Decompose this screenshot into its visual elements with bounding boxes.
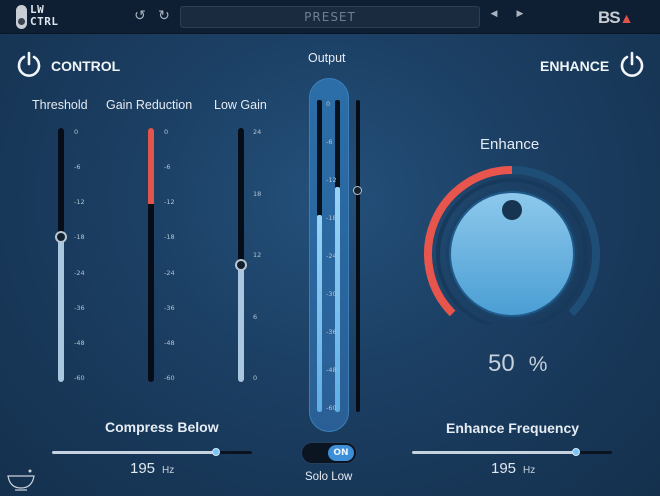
threshold-label: Threshold — [32, 98, 88, 112]
scale-tick-label: -36 — [74, 303, 85, 312]
scale-tick-label: -60 — [164, 374, 175, 382]
compress-below-number: 195 — [130, 460, 156, 477]
control-power-icon[interactable] — [14, 50, 44, 80]
scale-tick-label: -48 — [164, 338, 175, 347]
logo-toggle-icon — [16, 5, 27, 29]
low-gain-label: Low Gain — [214, 98, 267, 112]
threshold-fader[interactable] — [55, 128, 67, 382]
scale-tick-label: 12 — [253, 251, 262, 259]
compress-below-handle[interactable] — [212, 448, 220, 456]
compress-below-fill — [52, 451, 216, 454]
gain-reduction-meter — [148, 128, 154, 382]
enhance-frequency-slider[interactable] — [412, 448, 612, 456]
compress-below-slider[interactable] — [52, 448, 252, 456]
gain-reduction-level — [148, 128, 154, 205]
redo-icon[interactable]: ↻ — [156, 8, 172, 24]
scale-tick-label: -6 — [74, 163, 81, 172]
scale-tick-label: -30 — [326, 290, 337, 298]
next-preset-icon[interactable]: ▶ — [514, 9, 526, 19]
scale-tick-label: -48 — [74, 338, 85, 347]
scale-tick-label: -24 — [74, 268, 85, 277]
low-gain-fader[interactable] — [235, 128, 247, 382]
scale-tick-label: 0 — [253, 374, 258, 382]
scale-tick-label: 18 — [253, 189, 262, 198]
enhance-power-icon[interactable] — [617, 50, 647, 80]
enhance-frequency-label: Enhance Frequency — [446, 420, 580, 436]
control-title: CONTROL — [51, 58, 121, 74]
scale-tick-label: 24 — [253, 128, 262, 136]
scale-tick-label: -6 — [164, 163, 171, 172]
compress-below-value: 195 Hz — [130, 460, 174, 477]
preset-selector[interactable]: PRESET — [180, 6, 480, 28]
compress-below-unit: Hz — [162, 465, 175, 476]
scale-tick-label: -6 — [326, 138, 333, 146]
scale-tick-label: -18 — [326, 214, 337, 222]
compress-below-label: Compress Below — [105, 419, 219, 435]
enhance-frequency-unit: Hz — [523, 465, 536, 476]
scale-tick-label: 6 — [253, 312, 258, 321]
solo-low-label: Solo Low — [305, 471, 353, 483]
scale-tick-label: -24 — [326, 252, 337, 260]
scale-tick-label: -60 — [326, 404, 337, 412]
scale-tick-label: -36 — [326, 328, 337, 336]
undo-icon[interactable]: ↺ — [132, 8, 148, 24]
scale-tick-label: -12 — [326, 176, 337, 184]
scale-tick-label: 0 — [164, 128, 169, 136]
enhance-frequency-value: 195 Hz — [491, 460, 535, 477]
brand-logo: BS▲ — [598, 8, 634, 28]
output-label: Output — [308, 51, 346, 65]
scale-tick-label: 0 — [326, 100, 331, 108]
scale-tick-label: -18 — [164, 233, 175, 242]
threshold-fader-handle[interactable] — [55, 231, 67, 244]
low-gain-fader-handle[interactable] — [235, 259, 247, 272]
solo-low-toggle[interactable]: ON — [301, 442, 357, 464]
enhance-number: 50 — [488, 350, 515, 377]
enhance-unit: % — [528, 353, 548, 376]
output-fader[interactable] — [353, 100, 362, 412]
scale-tick-label: -36 — [164, 303, 175, 312]
plugin-logo: LW CTRL — [16, 4, 64, 30]
enhance-knob-indicator — [502, 200, 522, 220]
scale-tick-label: -60 — [74, 374, 85, 382]
scale-tick-label: 0 — [74, 128, 79, 136]
top-bar: LW CTRL ↺ ↻ PRESET ◀ ▶ BS▲ — [0, 0, 660, 34]
enhance-title: ENHANCE — [540, 58, 610, 74]
low-gain-fader-fill — [238, 265, 244, 382]
scale-tick-label: -12 — [164, 198, 175, 207]
output-meter-left — [317, 100, 322, 412]
enhance-knob[interactable] — [420, 164, 604, 324]
scale-tick-label: -18 — [74, 233, 85, 242]
brand-text: BS — [598, 8, 621, 27]
enhance-frequency-handle[interactable] — [572, 448, 580, 456]
scale-tick-label: -24 — [164, 268, 175, 277]
enhance-value: 50% — [488, 350, 547, 378]
enhance-frequency-number: 195 — [491, 460, 517, 477]
threshold-fader-fill — [58, 237, 64, 382]
bowl-icon[interactable] — [6, 466, 36, 492]
logo-line-2: CTRL — [30, 15, 59, 28]
scale-tick-label: -12 — [74, 198, 85, 207]
gain-reduction-label: Gain Reduction — [106, 98, 193, 112]
brand-triangle-icon: ▲ — [619, 10, 634, 26]
enhance-knob-label: Enhance — [480, 136, 540, 153]
solo-low-state: ON — [328, 445, 354, 461]
scale-tick-label: -48 — [326, 366, 337, 374]
enhance-frequency-fill — [412, 451, 576, 454]
output-fader-handle[interactable] — [353, 185, 362, 195]
prev-preset-icon[interactable]: ◀ — [488, 9, 500, 19]
output-level-left — [317, 215, 322, 412]
logo-text: LW CTRL — [30, 4, 59, 28]
